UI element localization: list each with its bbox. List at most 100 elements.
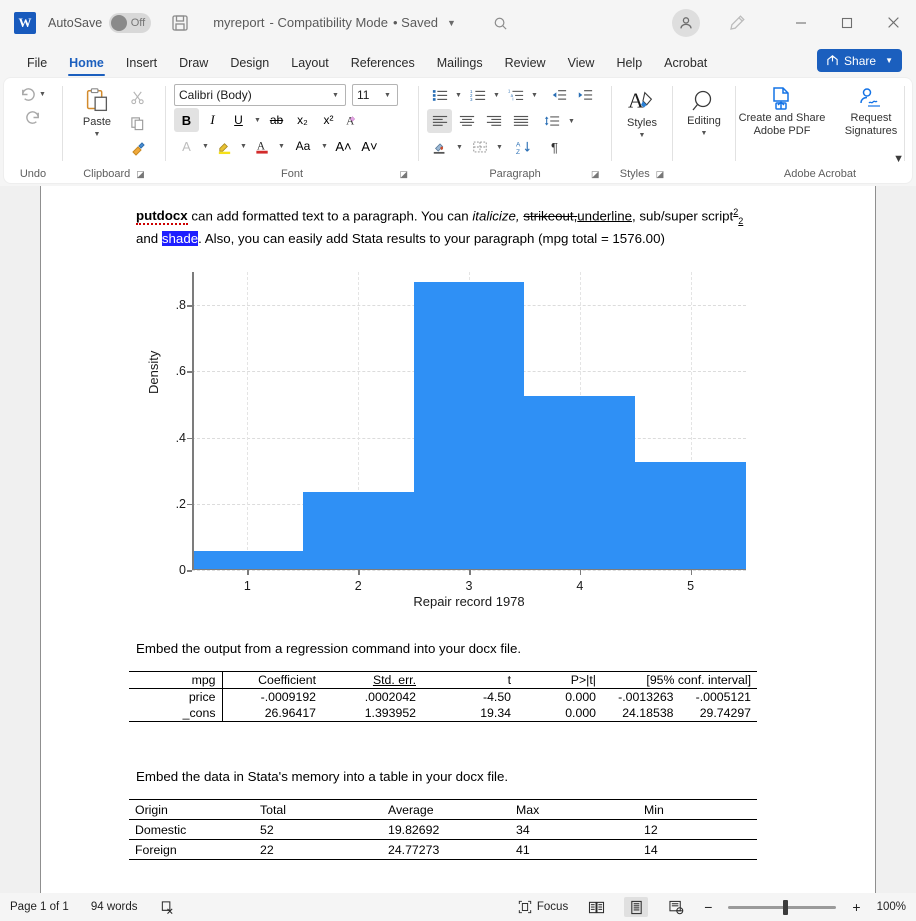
copy-button[interactable] (125, 111, 150, 135)
sort-button[interactable]: A Z (511, 135, 536, 159)
ribbon-collapse-button[interactable]: ▼ (893, 153, 904, 165)
dialog-launcher-icon[interactable]: ◪ (591, 169, 600, 180)
chevron-down-icon[interactable]: ▼ (447, 18, 456, 28)
web-layout-button[interactable] (664, 897, 688, 917)
text-effects-button[interactable]: A (174, 134, 199, 158)
chevron-down-icon[interactable]: ▼ (252, 117, 263, 124)
font-name-input[interactable]: Calibri (Body) ▼ (174, 84, 346, 106)
underline-button[interactable]: U (226, 108, 251, 132)
dialog-launcher-icon[interactable]: ◪ (136, 169, 145, 180)
word-count[interactable]: 94 words (91, 901, 138, 913)
tab-home[interactable]: Home (58, 48, 115, 78)
multilevel-list-button[interactable]: 1 a i (503, 83, 528, 107)
undo-button[interactable]: ▼ (18, 86, 48, 103)
zoom-out-button[interactable]: − (704, 899, 712, 915)
chevron-down-icon[interactable]: ▼ (319, 143, 330, 150)
chevron-down-icon[interactable]: ▼ (200, 143, 211, 150)
zoom-level-label[interactable]: 100% (877, 901, 906, 913)
show-formatting-marks-button[interactable]: ¶ (542, 135, 567, 159)
tab-acrobat[interactable]: Acrobat (653, 48, 718, 78)
decrease-indent-button[interactable] (546, 83, 571, 107)
cut-button[interactable] (125, 85, 150, 109)
grow-font-button[interactable]: A˄ (331, 134, 356, 158)
superscript-button[interactable]: x² (316, 108, 341, 132)
highlight-button[interactable] (212, 134, 237, 158)
align-left-button[interactable] (427, 109, 452, 133)
numbering-button[interactable]: 1 2 3 (465, 83, 490, 107)
zoom-slider[interactable] (728, 899, 837, 915)
create-share-pdf-button[interactable]: Create and Share Adobe PDF (736, 83, 828, 137)
document-title-area[interactable]: myreport - Compatibility Mode • Saved ▼ (213, 15, 456, 30)
change-case-button[interactable]: Aa (288, 134, 318, 158)
chevron-down-icon[interactable]: ▼ (453, 92, 464, 99)
italic-button[interactable]: I (200, 108, 225, 132)
chevron-down-icon[interactable]: ▼ (529, 92, 540, 99)
tab-file[interactable]: File (16, 48, 58, 78)
font-size-input[interactable]: 11 ▼ (352, 84, 398, 106)
proofing-status-icon[interactable] (160, 900, 175, 915)
dialog-launcher-icon[interactable]: ◪ (399, 169, 408, 180)
clear-formatting-button[interactable]: A (342, 108, 367, 132)
request-signatures-button[interactable]: Request Signatures (838, 83, 904, 137)
shrink-font-button[interactable]: A˅ (357, 134, 382, 158)
bullets-button[interactable] (427, 83, 452, 107)
chevron-down-icon[interactable]: ▼ (494, 144, 505, 151)
chevron-down-icon[interactable]: ▼ (382, 92, 393, 99)
chevron-down-icon[interactable]: ▼ (566, 118, 577, 125)
chevron-down-icon[interactable]: ▼ (637, 132, 648, 140)
strikethrough-button[interactable]: ab (264, 108, 289, 132)
read-mode-button[interactable] (584, 897, 608, 917)
format-painter-button[interactable] (125, 137, 150, 161)
regression-table[interactable]: mpg Coefficient Std. err. t P>|t| [95% c… (129, 671, 757, 722)
share-button[interactable]: Share ▼ (817, 49, 902, 72)
justify-button[interactable] (508, 109, 533, 133)
chevron-down-icon[interactable]: ▼ (276, 143, 287, 150)
tab-view[interactable]: View (557, 48, 606, 78)
bold-button[interactable]: B (174, 108, 199, 132)
tab-draw[interactable]: Draw (168, 48, 219, 78)
tab-insert[interactable]: Insert (115, 48, 168, 78)
font-color-button[interactable]: A (250, 134, 275, 158)
increase-indent-button[interactable] (572, 83, 597, 107)
zoom-slider-thumb[interactable] (783, 899, 789, 915)
save-icon[interactable] (169, 12, 191, 34)
align-right-button[interactable] (481, 109, 506, 133)
paragraph-2[interactable]: Embed the output from a regression comma… (136, 639, 521, 660)
zoom-in-button[interactable]: + (852, 899, 860, 915)
paragraph-1[interactable]: putdocx can add formatted text to a para… (136, 206, 761, 250)
histogram-chart[interactable]: Density 0 .2 .4 .6 .8 1 2 3 4 5 Repair r… (136, 264, 756, 609)
chevron-down-icon[interactable]: ▼ (698, 130, 709, 138)
line-spacing-button[interactable] (539, 109, 564, 133)
styles-button[interactable]: A Styles ▼ (626, 84, 658, 140)
chevron-down-icon[interactable]: ▼ (330, 92, 341, 99)
account-avatar[interactable] (672, 8, 700, 37)
ribbon-display-options-button[interactable] (724, 10, 750, 36)
focus-mode-button[interactable]: Focus (518, 900, 568, 914)
borders-button[interactable] (467, 135, 492, 159)
redo-button[interactable] (24, 109, 43, 126)
shading-button[interactable] (427, 135, 452, 159)
print-layout-button[interactable] (624, 897, 649, 917)
chevron-down-icon[interactable]: ▼ (491, 92, 502, 99)
autosave-toggle[interactable]: Off (109, 12, 152, 33)
tab-design[interactable]: Design (219, 48, 280, 78)
editing-button[interactable]: Editing ▼ (687, 86, 721, 138)
tab-references[interactable]: References (340, 48, 426, 78)
chevron-down-icon[interactable]: ▼ (238, 143, 249, 150)
chevron-down-icon[interactable]: ▼ (454, 144, 465, 151)
search-box[interactable] (470, 11, 530, 35)
minimize-button[interactable] (778, 0, 824, 45)
chevron-down-icon[interactable]: ▼ (37, 91, 48, 98)
document-page[interactable]: putdocx can add formatted text to a para… (40, 186, 876, 893)
document-canvas[interactable]: putdocx can add formatted text to a para… (0, 186, 916, 893)
tab-help[interactable]: Help (605, 48, 653, 78)
tab-layout[interactable]: Layout (280, 48, 340, 78)
paste-button[interactable]: Paste ▼ (69, 83, 125, 139)
chevron-down-icon[interactable]: ▼ (92, 131, 103, 139)
page-indicator[interactable]: Page 1 of 1 (10, 901, 69, 913)
dialog-launcher-icon[interactable]: ◪ (656, 169, 665, 180)
tab-review[interactable]: Review (494, 48, 557, 78)
summary-data-table[interactable]: Origin Total Average Max Min Domestic 52… (129, 799, 757, 860)
close-button[interactable] (870, 0, 916, 45)
paragraph-3[interactable]: Embed the data in Stata's memory into a … (136, 767, 508, 788)
